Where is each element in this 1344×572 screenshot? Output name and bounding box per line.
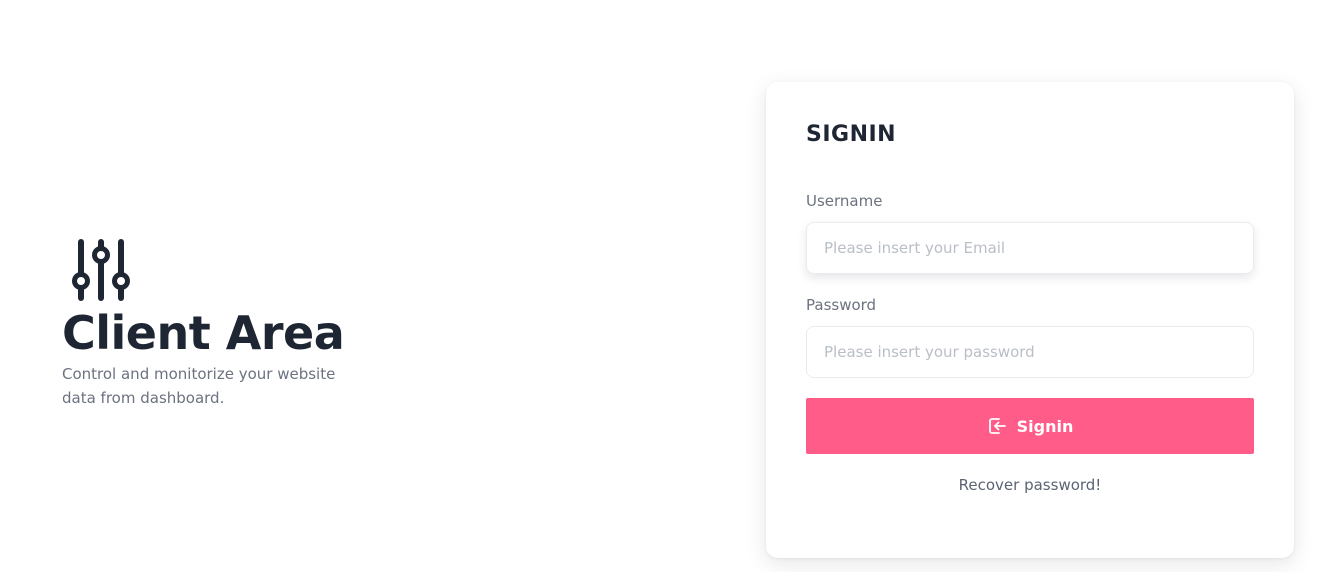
username-label: Username — [806, 192, 883, 210]
password-input[interactable] — [806, 326, 1254, 378]
username-input[interactable] — [806, 222, 1254, 274]
hero-title: Client Area — [62, 306, 345, 360]
recover-password-link[interactable]: Recover password! — [806, 476, 1254, 494]
signin-button-label: Signin — [1016, 416, 1074, 436]
hero-subtitle: Control and monitorize your website data… — [62, 365, 336, 407]
password-label: Password — [806, 296, 877, 314]
hero: Client Area Control and monitorize your … — [62, 238, 382, 410]
signin-button[interactable]: Signin — [806, 398, 1254, 454]
signin-title: SIGNIN — [806, 122, 897, 147]
sliders-icon — [72, 239, 130, 301]
login-page: Client Area Control and monitorize your … — [0, 0, 1344, 572]
signin-card: SIGNIN Username Password Signin Recover … — [766, 82, 1294, 558]
login-icon — [988, 418, 1006, 434]
